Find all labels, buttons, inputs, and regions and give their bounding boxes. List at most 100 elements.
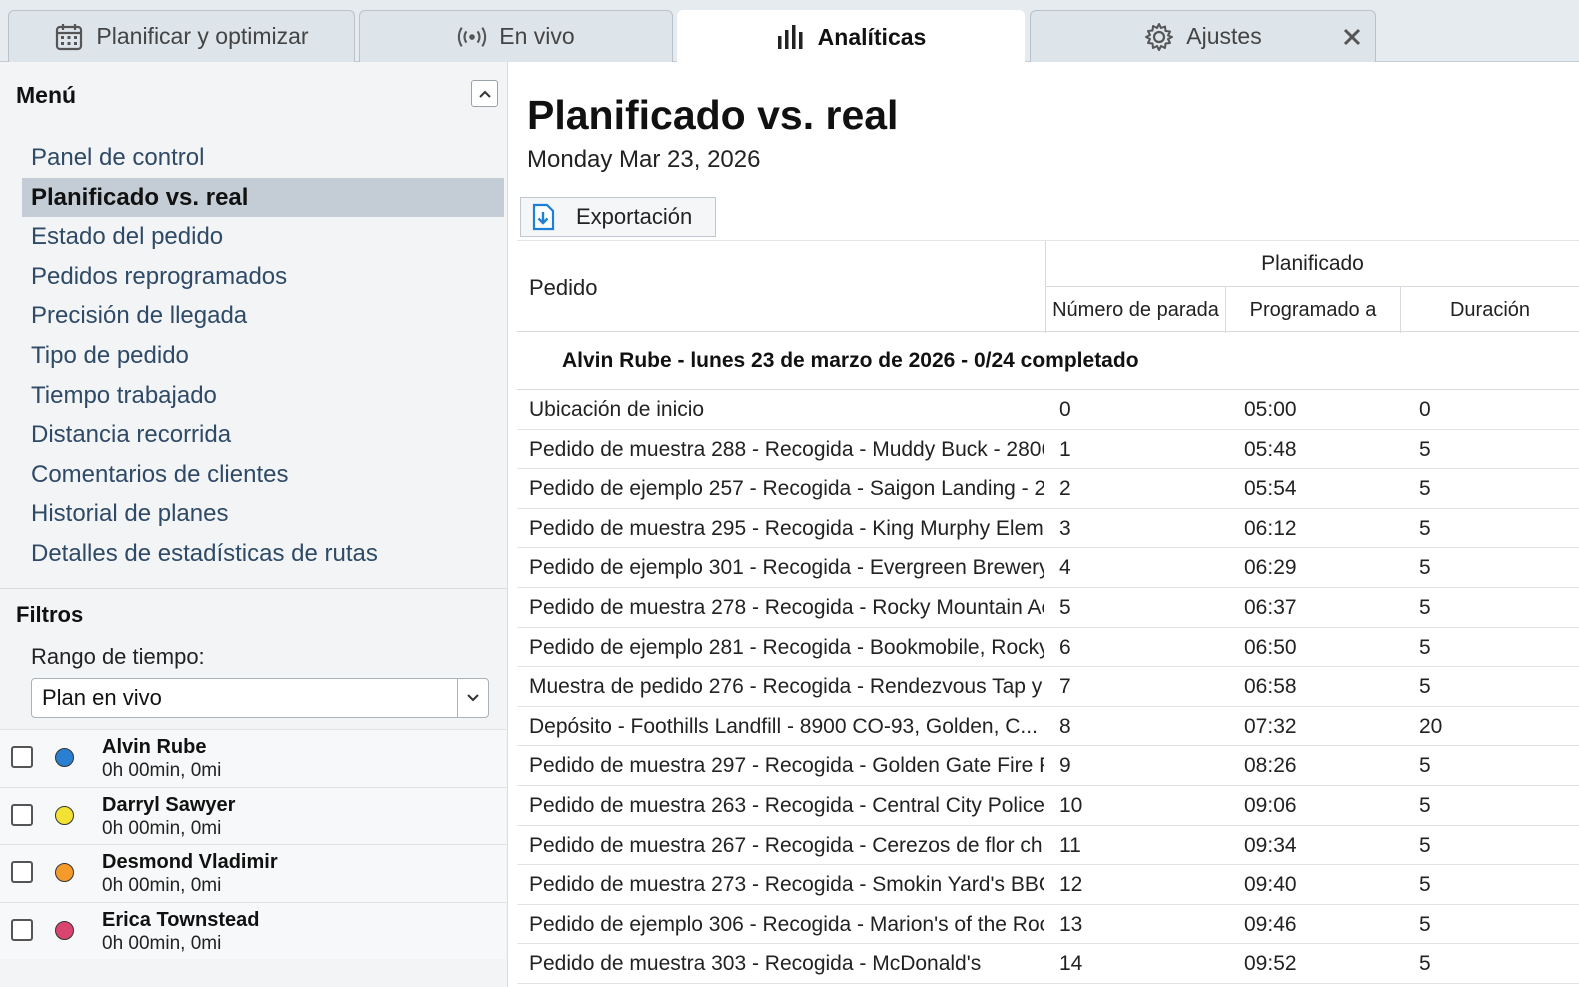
tab-planificar[interactable]: Planificar y optimizar [8,10,355,62]
table-row[interactable]: Pedido de muestra 263 - Recogida - Centr… [517,785,1579,826]
table-row[interactable]: Pedido de muestra 288 - Recogida - Muddy… [517,430,1579,470]
table-row[interactable]: Muestra de pedido 276 - Recogida - Rende… [517,667,1579,707]
cell-duration: 5 [1419,873,1431,897]
page-date: Monday Mar 23, 2026 [527,146,761,173]
cell-order: Pedido de muestra 297 - Recogida - Golde… [529,754,1044,778]
column-header-stop[interactable]: Número de parada [1045,287,1225,333]
cell-time: 09:40 [1244,873,1297,897]
driver-name: Alvin Rube [102,736,207,758]
cell-stop: 12 [1059,873,1083,897]
menu-title: Menú [16,82,77,108]
cell-time: 09:34 [1244,833,1297,857]
cell-stop: 14 [1059,952,1083,976]
cell-stop: 3 [1059,516,1071,540]
menu-item-tipo-de-pedido[interactable]: Tipo de pedido [22,336,504,376]
menu-item-detalles-estadisticas-rutas[interactable]: Detalles de estadísticas de rutas [22,534,504,574]
menu-item-planificado-vs-real[interactable]: Planificado vs. real [22,177,504,218]
main-content: Planificado vs. real Monday Mar 23, 2026… [508,62,1579,987]
column-group-planificado: Planificado [1045,241,1579,287]
driver-checkbox[interactable] [11,746,33,768]
driver-stats: 0h 00min, 0mi [102,932,222,954]
menu-item-precision-de-llegada[interactable]: Precisión de llegada [22,296,504,336]
driver-name: Darryl Sawyer [102,793,236,816]
collapse-button[interactable] [471,80,498,107]
time-range-value: Plan en vivo [42,685,162,710]
menu-item-distancia-recorrida[interactable]: Distancia recorrida [22,415,504,455]
driver-color-dot [55,920,74,940]
page-title: Planificado vs. real [527,92,899,138]
column-header-scheduled[interactable]: Programado a [1225,287,1400,333]
menu-item-estado-del-pedido[interactable]: Estado del pedido [22,217,504,257]
time-range-select[interactable]: Plan en vivo [31,678,489,718]
tab-ajustes[interactable]: Ajustes [1030,10,1376,62]
tab-bar: Planificar y optimizar En vivo Analítica… [0,0,1579,63]
table-row[interactable]: Pedido de muestra 297 - Recogida - Golde… [517,746,1579,786]
cell-order: Pedido de ejemplo 257 - Recogida - Saigo… [529,477,1044,501]
table-row[interactable]: Pedido de muestra 278 - Recogida - Rocky… [517,588,1579,628]
cell-order: Ubicación de inicio [529,398,705,421]
chevron-up-icon [478,90,491,98]
cell-time: 09:46 [1244,912,1297,936]
menu-item-tiempo-trabajado[interactable]: Tiempo trabajado [22,376,504,416]
export-button[interactable]: Exportación [520,197,716,237]
cell-duration: 5 [1419,754,1431,778]
menu-item-pedidos-reprogramados[interactable]: Pedidos reprogramados [22,257,504,297]
table-row[interactable]: Pedido de ejemplo 281 - Recogida - Bookm… [517,627,1579,668]
tab-en-vivo[interactable]: En vivo [359,10,673,62]
table-row[interactable]: Pedido de muestra 267 - Recogida - Cerez… [517,826,1579,866]
menu-item-historial-de-planes[interactable]: Historial de planes [22,494,504,534]
cell-duration: 5 [1419,437,1431,461]
table-header: Pedido Planificado Número de parada Prog… [517,240,1579,333]
download-icon [530,203,556,231]
cell-time: 06:12 [1244,516,1297,540]
broadcast-icon [457,22,487,52]
driver-checkbox[interactable] [11,918,33,941]
cell-duration: 5 [1419,635,1431,659]
cell-time: 05:48 [1244,437,1297,461]
table-row[interactable]: Pedido de muestra 273 - Recogida - Smoki… [517,865,1579,905]
cell-time: 06:50 [1244,635,1297,659]
table-body: Ubicación de inicio 0 05:00 0 Pedido de mue… [517,390,1579,984]
tab-label: Ajustes [1186,23,1262,49]
cell-stop: 2 [1059,477,1071,501]
cell-duration: 5 [1419,833,1431,857]
cell-time: 05:54 [1244,477,1297,501]
column-header-pedido[interactable]: Pedido [529,275,598,301]
table-row[interactable]: Depósito - Foothills Landfill - 8900 CO-… [517,706,1579,747]
driver-color-dot [55,805,74,825]
table-row[interactable]: Pedido de muestra 303 - Recogida - McDon… [517,944,1579,984]
cell-stop: 13 [1059,912,1083,936]
tab-label: Planificar y optimizar [96,23,309,49]
cell-time: 07:32 [1244,714,1297,738]
cell-order: Pedido de muestra 288 - Recogida - Muddy… [529,437,1044,461]
table-row[interactable]: Ubicación de inicio 0 05:00 0 [517,390,1579,430]
menu-list: Panel de control Planificado vs. real Es… [22,138,504,574]
divider [0,588,508,589]
cell-time: 06:37 [1244,595,1297,619]
driver-checkbox[interactable] [11,803,33,826]
menu-item-comentarios-de-clientes[interactable]: Comentarios de clientes [22,455,504,495]
menu-item-panel-de-control[interactable]: Panel de control [22,138,504,178]
tab-analiticas[interactable]: Analíticas [677,10,1025,63]
table-row[interactable]: Pedido de ejemplo 301 - Recogida - Everg… [517,548,1579,588]
cell-order: Depósito - Foothills Landfill - 8900 CO-… [529,714,1038,738]
cell-time: 09:52 [1244,952,1297,976]
export-label: Exportación [576,204,693,229]
driver-name: Erica Townstead [102,908,260,931]
driver-checkbox[interactable] [11,861,33,883]
cell-order: Pedido de ejemplo 301 - Recogida - Everg… [529,556,1044,580]
close-icon[interactable] [1339,24,1365,50]
table-row[interactable]: Pedido de ejemplo 257 - Recogida - Saigo… [517,469,1579,509]
driver-stats: 0h 00min, 0mi [102,817,222,839]
cell-order: Pedido de muestra 295 - Recogida - King … [529,516,1044,540]
chevron-down-icon[interactable] [457,679,488,717]
cell-order: Pedido de muestra 303 - Recogida - McDon… [529,952,982,976]
driver-color-dot [55,863,74,882]
driver-list: Alvin Rube 0h 00min, 0mi Darryl Sawyer 0… [0,729,506,959]
cell-stop: 7 [1059,675,1071,699]
table-row[interactable]: Pedido de ejemplo 306 - Recogida - Mario… [517,905,1579,945]
cell-duration: 5 [1419,556,1431,580]
driver-item: Erica Townstead 0h 00min, 0mi [0,901,506,959]
column-header-duration[interactable]: Duración [1400,287,1579,333]
table-row[interactable]: Pedido de muestra 295 - Recogida - King … [517,509,1579,549]
